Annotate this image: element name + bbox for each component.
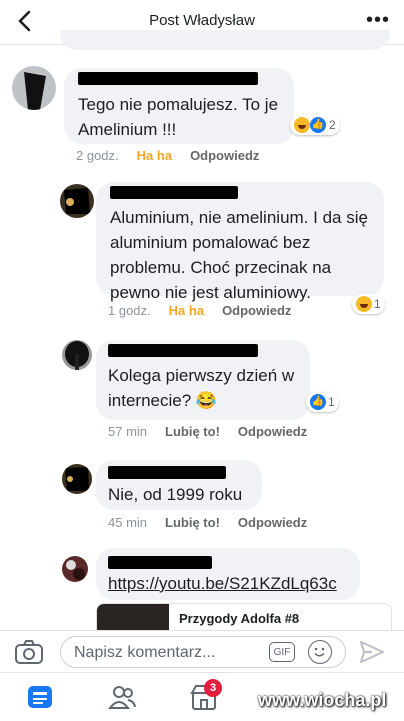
reply-button[interactable]: Odpowiedz xyxy=(238,515,307,530)
like-reaction-icon: 👍 xyxy=(310,394,326,410)
youtube-link[interactable]: https://youtu.be/S21KZdLq63c xyxy=(108,574,337,593)
redacted-author-name xyxy=(108,344,258,357)
like-reaction-icon: 👍 xyxy=(310,117,326,133)
haha-reaction-button[interactable]: Ha ha xyxy=(137,148,172,163)
comment-input-placeholder: Napisz komentarz... xyxy=(74,644,216,661)
send-icon[interactable] xyxy=(358,639,386,665)
gif-icon[interactable]: GIF xyxy=(269,642,295,662)
comment-time: 45 min xyxy=(108,515,148,530)
reaction-summary[interactable]: 1 xyxy=(352,294,385,314)
avatar[interactable] xyxy=(62,556,88,582)
marketplace-icon[interactable]: 3 xyxy=(190,679,222,711)
redacted-author-name xyxy=(108,556,212,569)
preview-title: Przygody Adolfa #8 xyxy=(179,611,300,626)
haha-emoji-icon xyxy=(356,296,372,312)
comment-text: Tego nie pomalujesz. To je Amelinium !!! xyxy=(78,95,279,139)
comment-input[interactable]: Napisz komentarz... GIF xyxy=(60,636,346,668)
redacted-author-name xyxy=(78,72,258,85)
camera-icon[interactable] xyxy=(14,639,44,665)
page-title: Post Władysław xyxy=(149,12,255,29)
redacted-author-name xyxy=(110,186,238,199)
comment-composer: Napisz komentarz... GIF xyxy=(0,630,404,673)
emoji-icon[interactable] xyxy=(308,640,332,664)
comment-meta: 1 godz. Ha ha Odpowiedz xyxy=(108,303,309,318)
reaction-summary[interactable]: 👍 1 xyxy=(306,392,339,412)
haha-reaction-button[interactable]: Ha ha xyxy=(169,303,204,318)
avatar[interactable] xyxy=(62,340,92,370)
comment-text: Kolega pierwszy dzień w internecie? 😂 xyxy=(108,366,295,410)
comment-time: 57 min xyxy=(108,424,148,439)
redacted-author-name xyxy=(108,466,226,479)
reply-button[interactable]: Odpowiedz xyxy=(238,424,307,439)
watermark: www.wiocha.pl xyxy=(258,690,387,710)
comment-text: Nie, od 1999 roku xyxy=(108,485,243,504)
reply-button[interactable]: Odpowiedz xyxy=(190,148,259,163)
comment-time: 1 godz. xyxy=(108,303,151,318)
comment-text: https://youtu.be/S21KZdLq63c xyxy=(108,571,337,596)
more-options-icon[interactable]: ••• xyxy=(366,9,390,32)
like-button[interactable]: Lubię to! xyxy=(165,515,220,530)
like-button[interactable]: Lubię to! xyxy=(165,424,220,439)
haha-emoji-icon xyxy=(294,117,310,133)
comment-text: Aluminium, nie amelinium. I da się alumi… xyxy=(110,208,368,302)
friends-icon[interactable] xyxy=(107,683,136,711)
avatar[interactable] xyxy=(62,464,92,494)
comment-meta: 2 godz. Ha ha Odpowiedz xyxy=(76,148,277,163)
reaction-summary[interactable]: 👍 2 xyxy=(290,115,340,135)
comment-time: 2 godz. xyxy=(76,148,119,163)
comment-meta: 57 min Lubię to! Odpowiedz xyxy=(108,424,325,439)
news-feed-icon[interactable] xyxy=(26,683,54,711)
previous-comment-bubble xyxy=(60,30,390,50)
notification-badge: 3 xyxy=(204,679,222,697)
avatar[interactable] xyxy=(60,184,94,218)
comment-meta: 45 min Lubię to! Odpowiedz xyxy=(108,515,325,530)
avatar[interactable] xyxy=(12,66,56,110)
reply-button[interactable]: Odpowiedz xyxy=(222,303,291,318)
